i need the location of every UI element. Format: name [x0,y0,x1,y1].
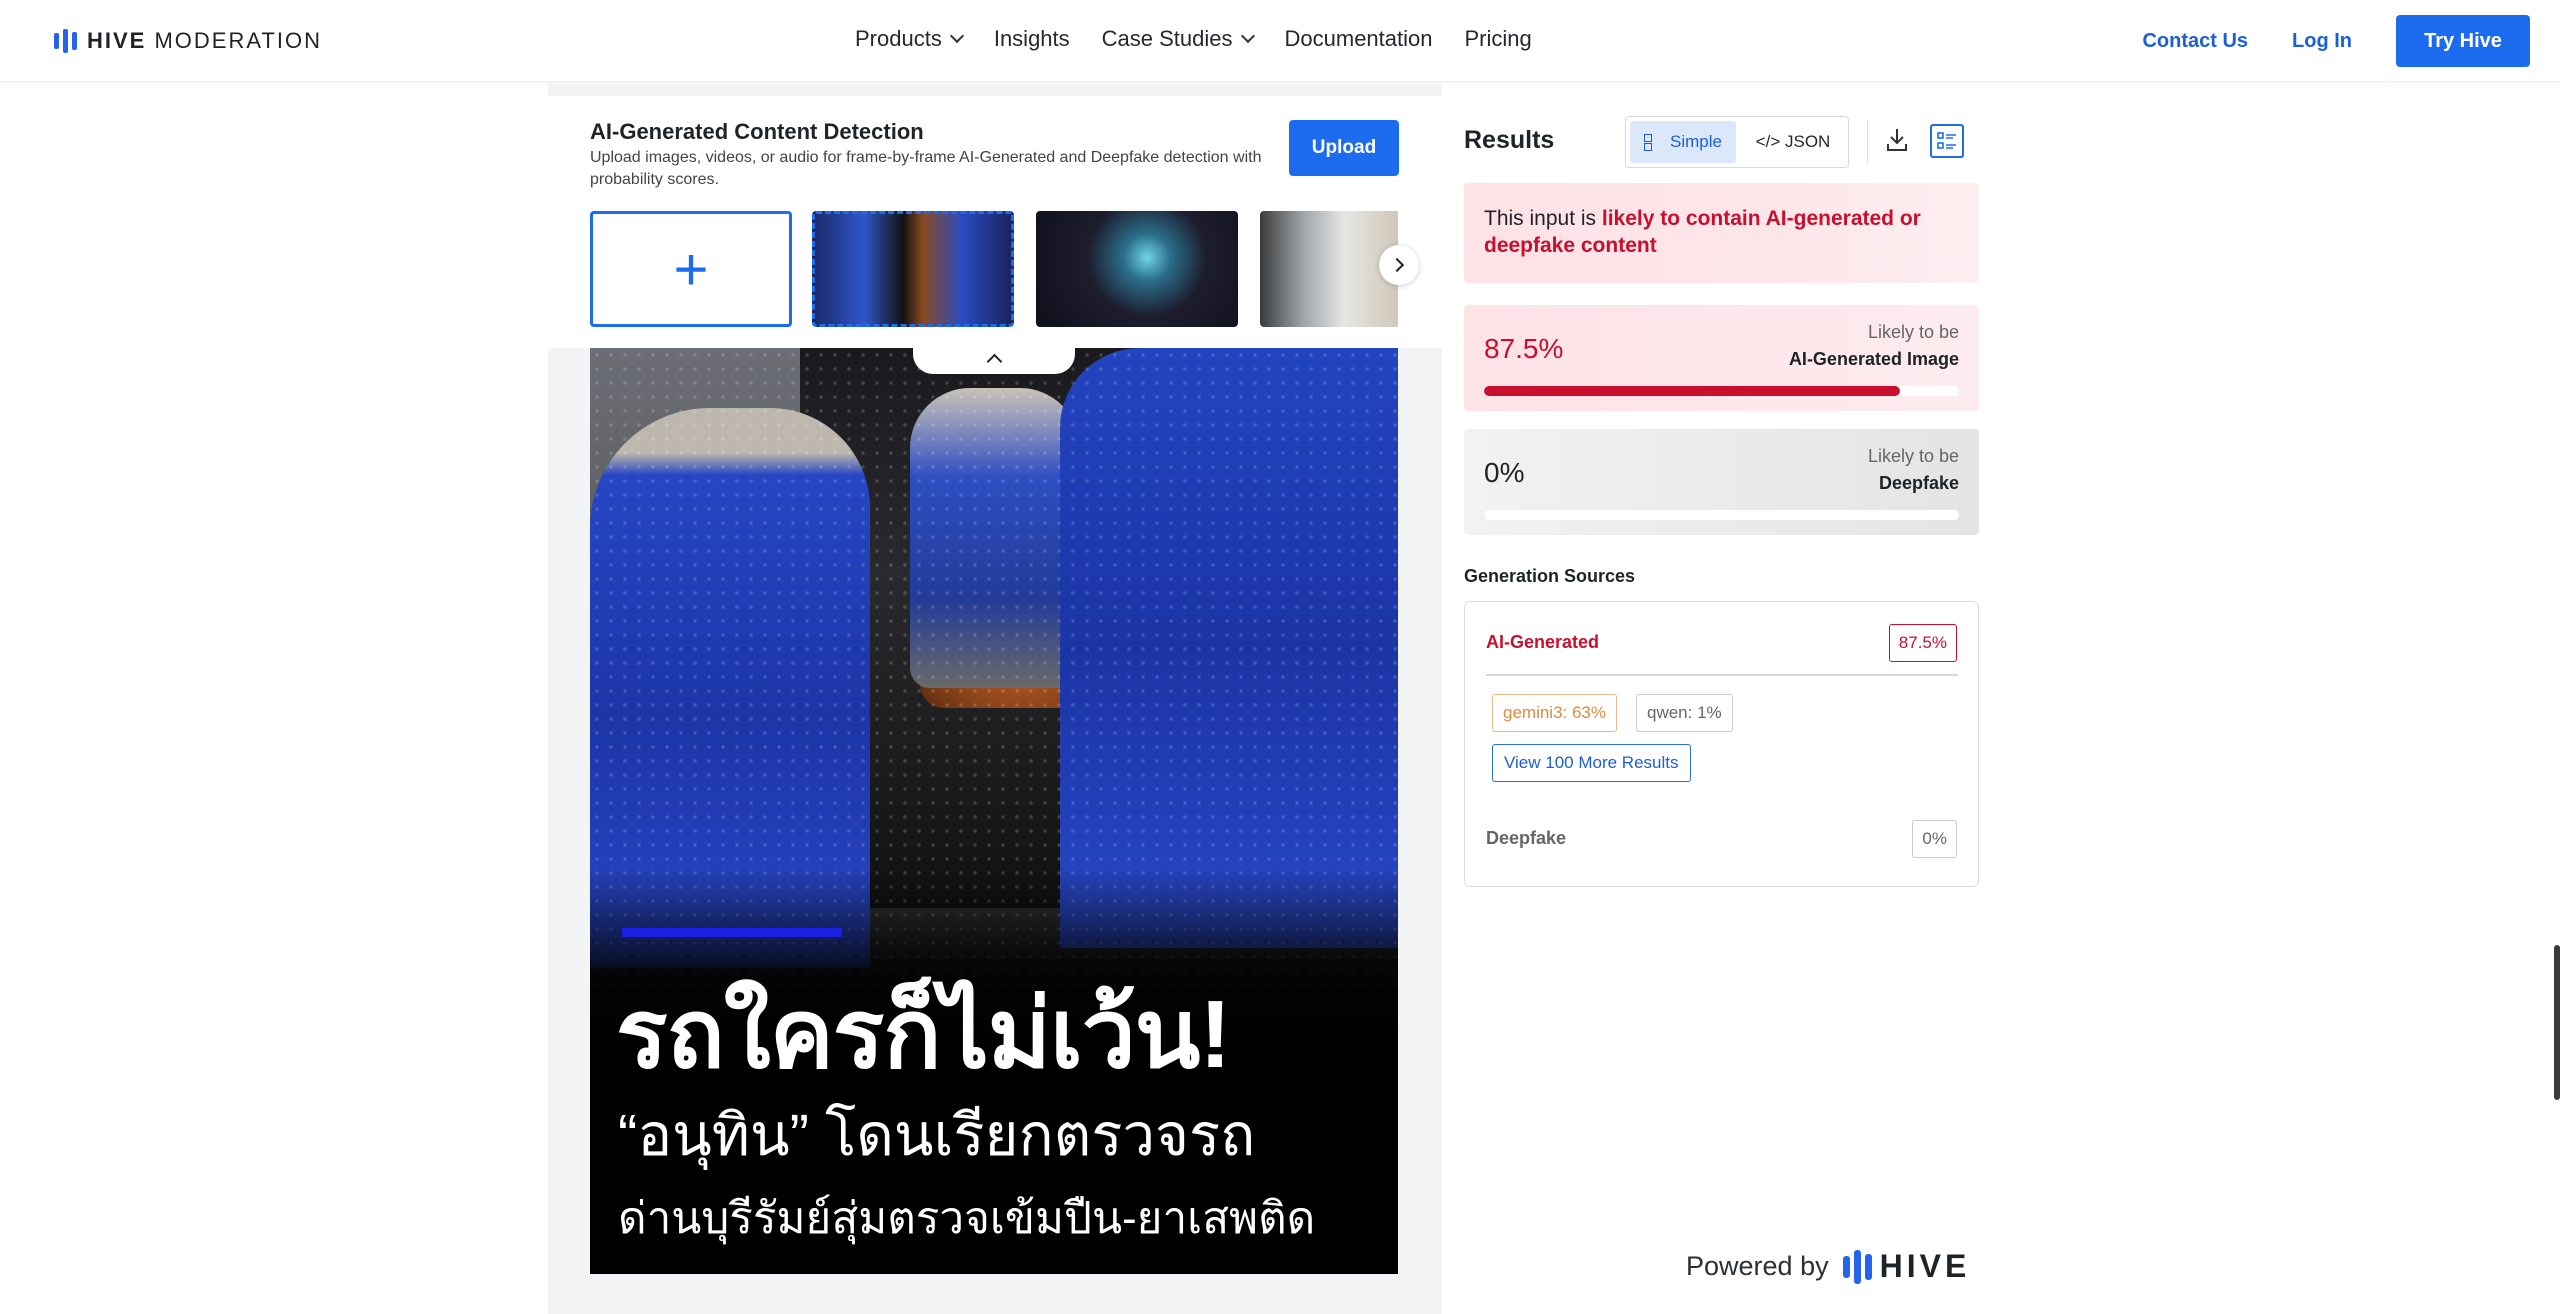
upload-button[interactable]: Upload [1289,120,1399,176]
generation-sources-title: Generation Sources [1464,566,1636,586]
nav-pricing[interactable]: Pricing [1465,26,1532,52]
nav-products-label: Products [855,26,942,51]
image-accent-line [622,928,842,937]
plus-icon: + [673,235,709,303]
nav-products[interactable]: Products [855,26,964,52]
hive-logo-word: HIVE [1879,1248,1971,1284]
hive-logo-icon [54,29,77,53]
simple-view-button[interactable]: Simple [1630,121,1736,163]
chevron-down-icon [1240,28,1255,44]
nav-actions: Contact Us Log In Try Hive [2142,15,2530,67]
upload-description: Upload images, videos, or audio for fram… [590,149,1262,188]
source-chip-qwen: qwen: 1% [1636,694,1733,732]
add-media-button[interactable]: + [590,211,792,327]
hive-moderation-logo[interactable]: HIVE MODERATION [54,28,322,54]
list-glyph [1937,132,1956,149]
collapse-thumbnails-button[interactable] [913,342,1075,374]
json-view-button[interactable]: </> JSON [1740,121,1846,163]
analyzed-image: รถใครก็ไม่เว้น! “อนุทิน” โดนเรียกตรวจรถ … [590,348,1398,1274]
powered-by-hive: Powered by HIVE [1686,1248,1970,1285]
ai-score-percent: 87.5% [1484,333,1564,364]
detailed-list-icon[interactable] [1930,124,1964,158]
download-glyph [1887,129,1907,151]
chevron-down-icon [949,28,964,44]
image-subtitle-2: ด่านบุรีรัมย์สุ่มตรวจเข้มปืน-ยาเสพติด [618,1194,1316,1243]
deepfake-score-card: 0% Likely to be Deepfake [1464,429,1979,535]
page-scrollbar[interactable] [2554,945,2560,1100]
ai-score-likely: Likely to be [1867,322,1959,342]
nav-case-studies-label: Case Studies [1101,26,1233,51]
thumbnails-next-button[interactable] [1379,245,1419,285]
view-more-results-button[interactable]: View 100 More Results [1492,744,1691,782]
deepfake-score-likely: Likely to be [1867,446,1959,466]
simple-view-label: Simple [1670,132,1722,151]
nav-documentation-label: Documentation [1284,26,1433,51]
chevron-up-icon [986,353,1002,369]
verdict-prefix: This input is [1484,207,1602,230]
generation-sources-box: AI-Generated 87.5% gemini3: 63% qwen: 1%… [1464,601,1979,887]
main-nav: Products Insights Case Studies Documenta… [855,26,1532,52]
ai-generated-score-card: 87.5% Likely to be AI-Generated Image [1464,305,1979,411]
simple-list-icon [1644,133,1662,151]
thumbnail-selected[interactable] [812,211,1014,327]
sample-thumbnails: + [590,210,1398,328]
image-subtitle-1: “อนุทิน” โดนเรียกตรวจรถ [618,1103,1256,1168]
powered-by-text: Powered by [1686,1251,1829,1281]
logo-text: HIVE MODERATION [87,28,322,53]
download-icon[interactable] [1884,126,1910,154]
sources-ai-label: AI-Generated [1486,632,1600,652]
hive-logo-icon [1842,1249,1872,1284]
nav-pricing-label: Pricing [1464,26,1532,51]
contact-us-link[interactable]: Contact Us [2142,30,2248,53]
sources-ai-value-badge: 87.5% [1888,624,1957,662]
nav-case-studies[interactable]: Case Studies [1101,26,1255,52]
sources-divider [1486,674,1958,676]
results-title: Results [1464,126,1555,154]
log-in-link[interactable]: Log In [2292,30,2352,53]
hive-footer-logo: HIVE [1842,1248,1971,1285]
nav-documentation[interactable]: Documentation [1285,26,1433,52]
deepfake-score-percent: 0% [1484,457,1525,488]
thumbnail-cyberpunk-woman[interactable] [1036,211,1238,327]
deepfake-score-label: Deepfake [1878,473,1959,493]
thumbnail-interior[interactable] [1260,211,1398,327]
sources-deepfake-value-badge: 0% [1912,820,1957,858]
source-chip-gemini: gemini3: 63% [1492,694,1618,732]
ai-score-label: AI-Generated Image [1788,349,1959,369]
view-toggle: Simple </> JSON [1625,116,1849,168]
top-navbar: HIVE MODERATION Products Insights Case S… [0,0,2560,82]
deepfake-score-bar-track [1484,510,1959,520]
sources-deepfake-label: Deepfake [1486,828,1567,848]
chevron-right-icon [1389,257,1405,273]
try-hive-button[interactable]: Try Hive [2396,15,2530,67]
verdict-banner: This input is likely to contain AI-gener… [1464,183,1979,283]
nav-insights-label: Insights [993,26,1070,51]
ai-score-bar-track [1484,386,1959,396]
nav-insights[interactable]: Insights [994,26,1070,52]
ai-score-bar-fill [1484,386,1900,396]
upload-title: AI-Generated Content Detection [590,119,924,144]
toolbar-divider [1867,120,1868,164]
